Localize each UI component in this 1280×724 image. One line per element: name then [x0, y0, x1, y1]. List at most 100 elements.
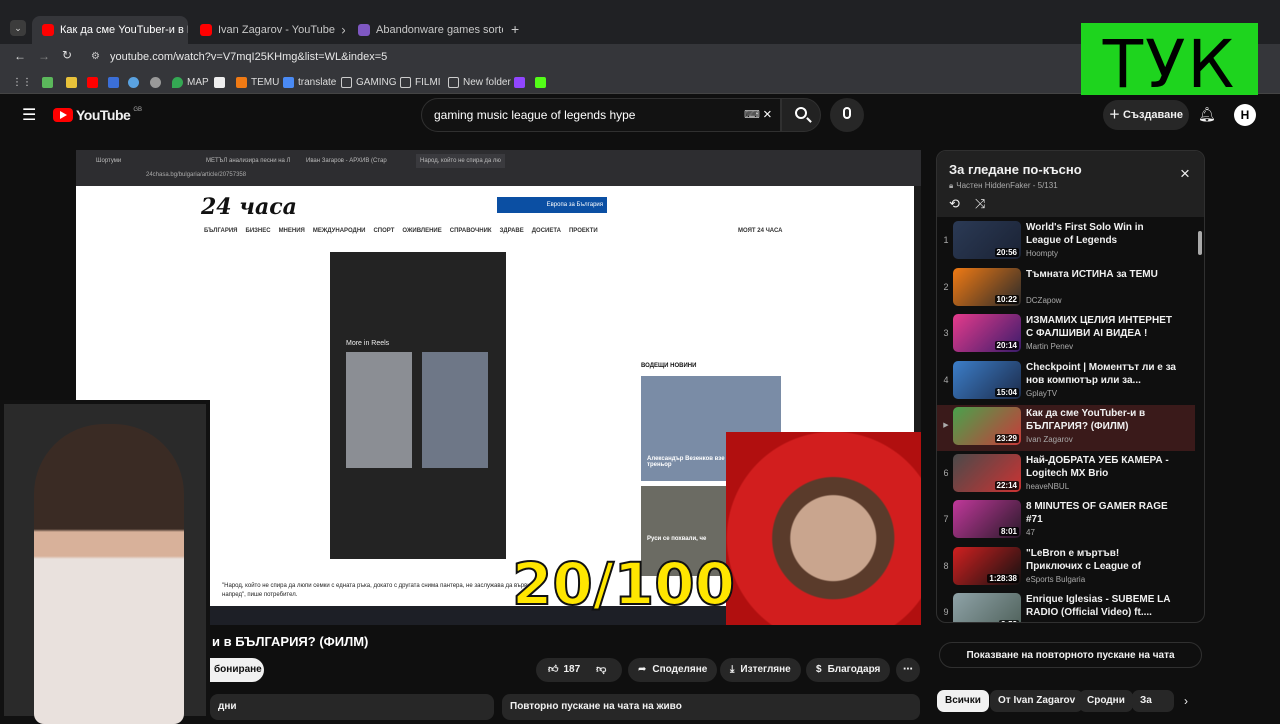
playlist-item-index: 1 [943, 235, 949, 245]
loop-icon[interactable]: ⟲ [949, 196, 960, 212]
bookmark-youtube[interactable] [87, 74, 98, 90]
clear-search-icon[interactable]: × [763, 99, 772, 131]
playlist-item[interactable]: 6 22:14 Най-ДОБРАТА УЕБ КАМЕРА - Logitech … [937, 452, 1195, 498]
person-image [34, 424, 184, 724]
chat-replay-card[interactable]: Повторно пускане на чата на живо [502, 694, 920, 720]
keyboard-icon[interactable]: ⌨ [744, 99, 760, 131]
notifications-bell-icon[interactable]: 🔔︎ [1198, 106, 1216, 123]
more-actions-button[interactable]: ⋯ [896, 658, 920, 682]
site-info-icon[interactable]: ⚙ [91, 47, 100, 67]
chip-for-you[interactable]: За вас [1132, 690, 1174, 712]
close-playlist-icon[interactable]: × [1180, 164, 1190, 184]
playlist-item[interactable]: 2 10:22 Тъмната ИСТИНА за TEMU DCZapow [937, 266, 1195, 312]
browser-tab-2[interactable]: Ivan Zagarov - YouTube × [190, 16, 345, 44]
browser-tab-1[interactable]: Как да сме YouTuber-и в Б × [32, 16, 188, 44]
bookmark-b[interactable] [214, 74, 225, 90]
playlist-item-channel: Ivan Zagarov [1026, 435, 1073, 444]
url-field[interactable]: ⚙ youtube.com/watch?v=V7mqI25KHmg&list=W… [86, 47, 686, 67]
playlist-item[interactable]: 8 1:28:38 "LeBron е мъртъв! Приключих с Le… [937, 545, 1195, 591]
article-caption: "Народ, който не спира да люпи семки с е… [222, 583, 531, 598]
playlist-title[interactable]: За гледане по-късно [949, 162, 1082, 177]
playlist-item-index: 7 [943, 514, 949, 524]
show-chat-replay-button[interactable]: Показване на повторното пускане на чата [939, 642, 1202, 668]
bookmark-filmi[interactable]: FILMI [400, 74, 441, 90]
bookmark-blue[interactable] [108, 74, 119, 90]
close-icon[interactable]: × [341, 23, 345, 38]
bookmark-gear[interactable] [150, 74, 161, 90]
thumbnail[interactable]: 23:29 [953, 407, 1021, 445]
inner-url: 24chasa.bg/bulgaria/article/20757358 [146, 172, 247, 178]
forward-icon[interactable]: → [38, 49, 50, 63]
bookmark-twitch[interactable] [514, 74, 525, 90]
thumbnail[interactable]: 15:04 [953, 360, 1021, 399]
tab-search-icon[interactable]: ⌄ [10, 20, 26, 36]
url-text: youtube.com/watch?v=V7mqI25KHmg&list=WL&… [110, 51, 388, 63]
thumbnail[interactable]: 8:01 [953, 500, 1021, 538]
playlist-item-channel: Hoompty [1026, 249, 1059, 258]
thumbnail[interactable]: 20:56 [953, 221, 1021, 259]
subscribe-button[interactable]: бониране [210, 658, 264, 682]
new-tab-icon[interactable]: + [511, 21, 519, 37]
voice-search-button[interactable] [830, 98, 864, 132]
playlist-item-channel: 47 [1026, 528, 1035, 537]
youtube-logo[interactable]: YouTube GB [53, 107, 142, 123]
bookmark-map[interactable]: MAP [172, 74, 209, 90]
shuffle-icon[interactable]: ⤨ [975, 196, 985, 212]
thanks-icon: $ [816, 664, 822, 675]
bookmark-folder-icon[interactable] [66, 74, 77, 90]
bookmark-gaming[interactable]: GAMING [341, 74, 397, 90]
chip-all[interactable]: Всички [937, 690, 989, 712]
playlist-item-title: "LeBron е мъртъв! Приключих с League of … [1026, 547, 1141, 572]
thumbnail[interactable]: 1:28:38 [953, 546, 1021, 585]
thumbnail[interactable]: 3:53 [953, 593, 1021, 622]
translate-icon [283, 76, 294, 88]
site-nav-right: МОЯТ 24 ЧАСА [738, 228, 783, 234]
playlist-item[interactable]: 9 3:53 Enrique Iglesias - SUBEME LA RADIO … [937, 591, 1195, 622]
playlist-item[interactable]: ▶ 23:29 Как да сме YouTuber-и в БЪЛГАРИЯ? … [937, 405, 1195, 451]
thumbnail[interactable]: 10:22 [953, 267, 1021, 306]
like-button[interactable]: 👍︎ 187 [536, 658, 580, 682]
playlist-item-title: Checkpoint | Моментът ли е за нов компют… [1026, 361, 1176, 386]
kick-icon [535, 76, 546, 88]
playlist-item-channel: DCZapow [1026, 295, 1062, 305]
browser-tab-3[interactable]: Abandonware games sorted by × [348, 16, 503, 44]
search-button[interactable] [781, 98, 821, 132]
chips-next-icon[interactable]: › [1184, 694, 1188, 708]
site-logo: 24 часа [201, 194, 297, 220]
duration-badge: 10:22 [994, 294, 1019, 304]
bookmark-kick[interactable] [535, 74, 546, 90]
create-button[interactable]: ＋ Създаване [1103, 100, 1189, 130]
back-icon[interactable]: ← [14, 49, 26, 63]
playlist-item[interactable]: 3 20:14 ИЗМАМИХ ЦЕЛИЯ ИНТЕРНЕТ С ФАЛШИВИ A… [937, 312, 1195, 358]
playlist-item[interactable]: 1 20:56 World's First Solo Win in League o… [937, 219, 1195, 265]
playlist-scrollbar[interactable] [1198, 231, 1202, 255]
menu-icon[interactable]: ☰ [22, 105, 36, 125]
bookmark-translate[interactable]: translate [283, 74, 336, 90]
bookmark-home[interactable] [42, 74, 53, 90]
apps-icon[interactable]: ⋮⋮ [12, 74, 32, 90]
avatar[interactable]: H [1234, 104, 1256, 126]
bookmark-globe[interactable] [128, 74, 139, 90]
dislike-icon[interactable]: 👎︎ [596, 658, 606, 682]
playlist-header: За гледане по-късно 🔒︎ Частен HiddenFaker… [937, 151, 1204, 217]
thanks-button[interactable]: $ Благодаря [806, 658, 891, 682]
thumbnail[interactable]: 22:14 [953, 453, 1021, 492]
description-card[interactable]: дни [210, 694, 494, 720]
bookmark-temu[interactable]: TEMU [236, 74, 279, 90]
chip-related[interactable]: Сродни [1079, 690, 1133, 712]
reel-panel: More in Reels [330, 252, 506, 559]
playlist-item[interactable]: 4 15:04 Checkpoint | Моментът ли е за нов … [937, 359, 1195, 405]
download-button[interactable]: ⤓ Изтегляне [720, 658, 801, 682]
thumbnail[interactable]: 20:14 [953, 314, 1021, 352]
bookmark-new-folder[interactable]: New folder [448, 74, 511, 90]
playlist-item[interactable]: 7 8:01 8 MINUTES OF GAMER RAGE #71 47 [937, 498, 1195, 544]
site-banner: Европа за България [497, 197, 607, 213]
share-button[interactable]: ➦ Споделяне [628, 658, 718, 682]
reload-icon[interactable]: ↻ [62, 48, 72, 62]
folder-icon [448, 76, 459, 88]
chip-from-channel[interactable]: От Ivan Zagarov [990, 690, 1084, 712]
search-input[interactable]: gaming music league of legends hype ⌨ × [421, 98, 781, 132]
duration-badge: 3:53 [998, 620, 1019, 622]
watch-later-playlist: За гледане по-късно 🔒︎ Частен HiddenFaker… [936, 150, 1205, 623]
playlist-item-channel: Martin Penev [1026, 342, 1074, 351]
